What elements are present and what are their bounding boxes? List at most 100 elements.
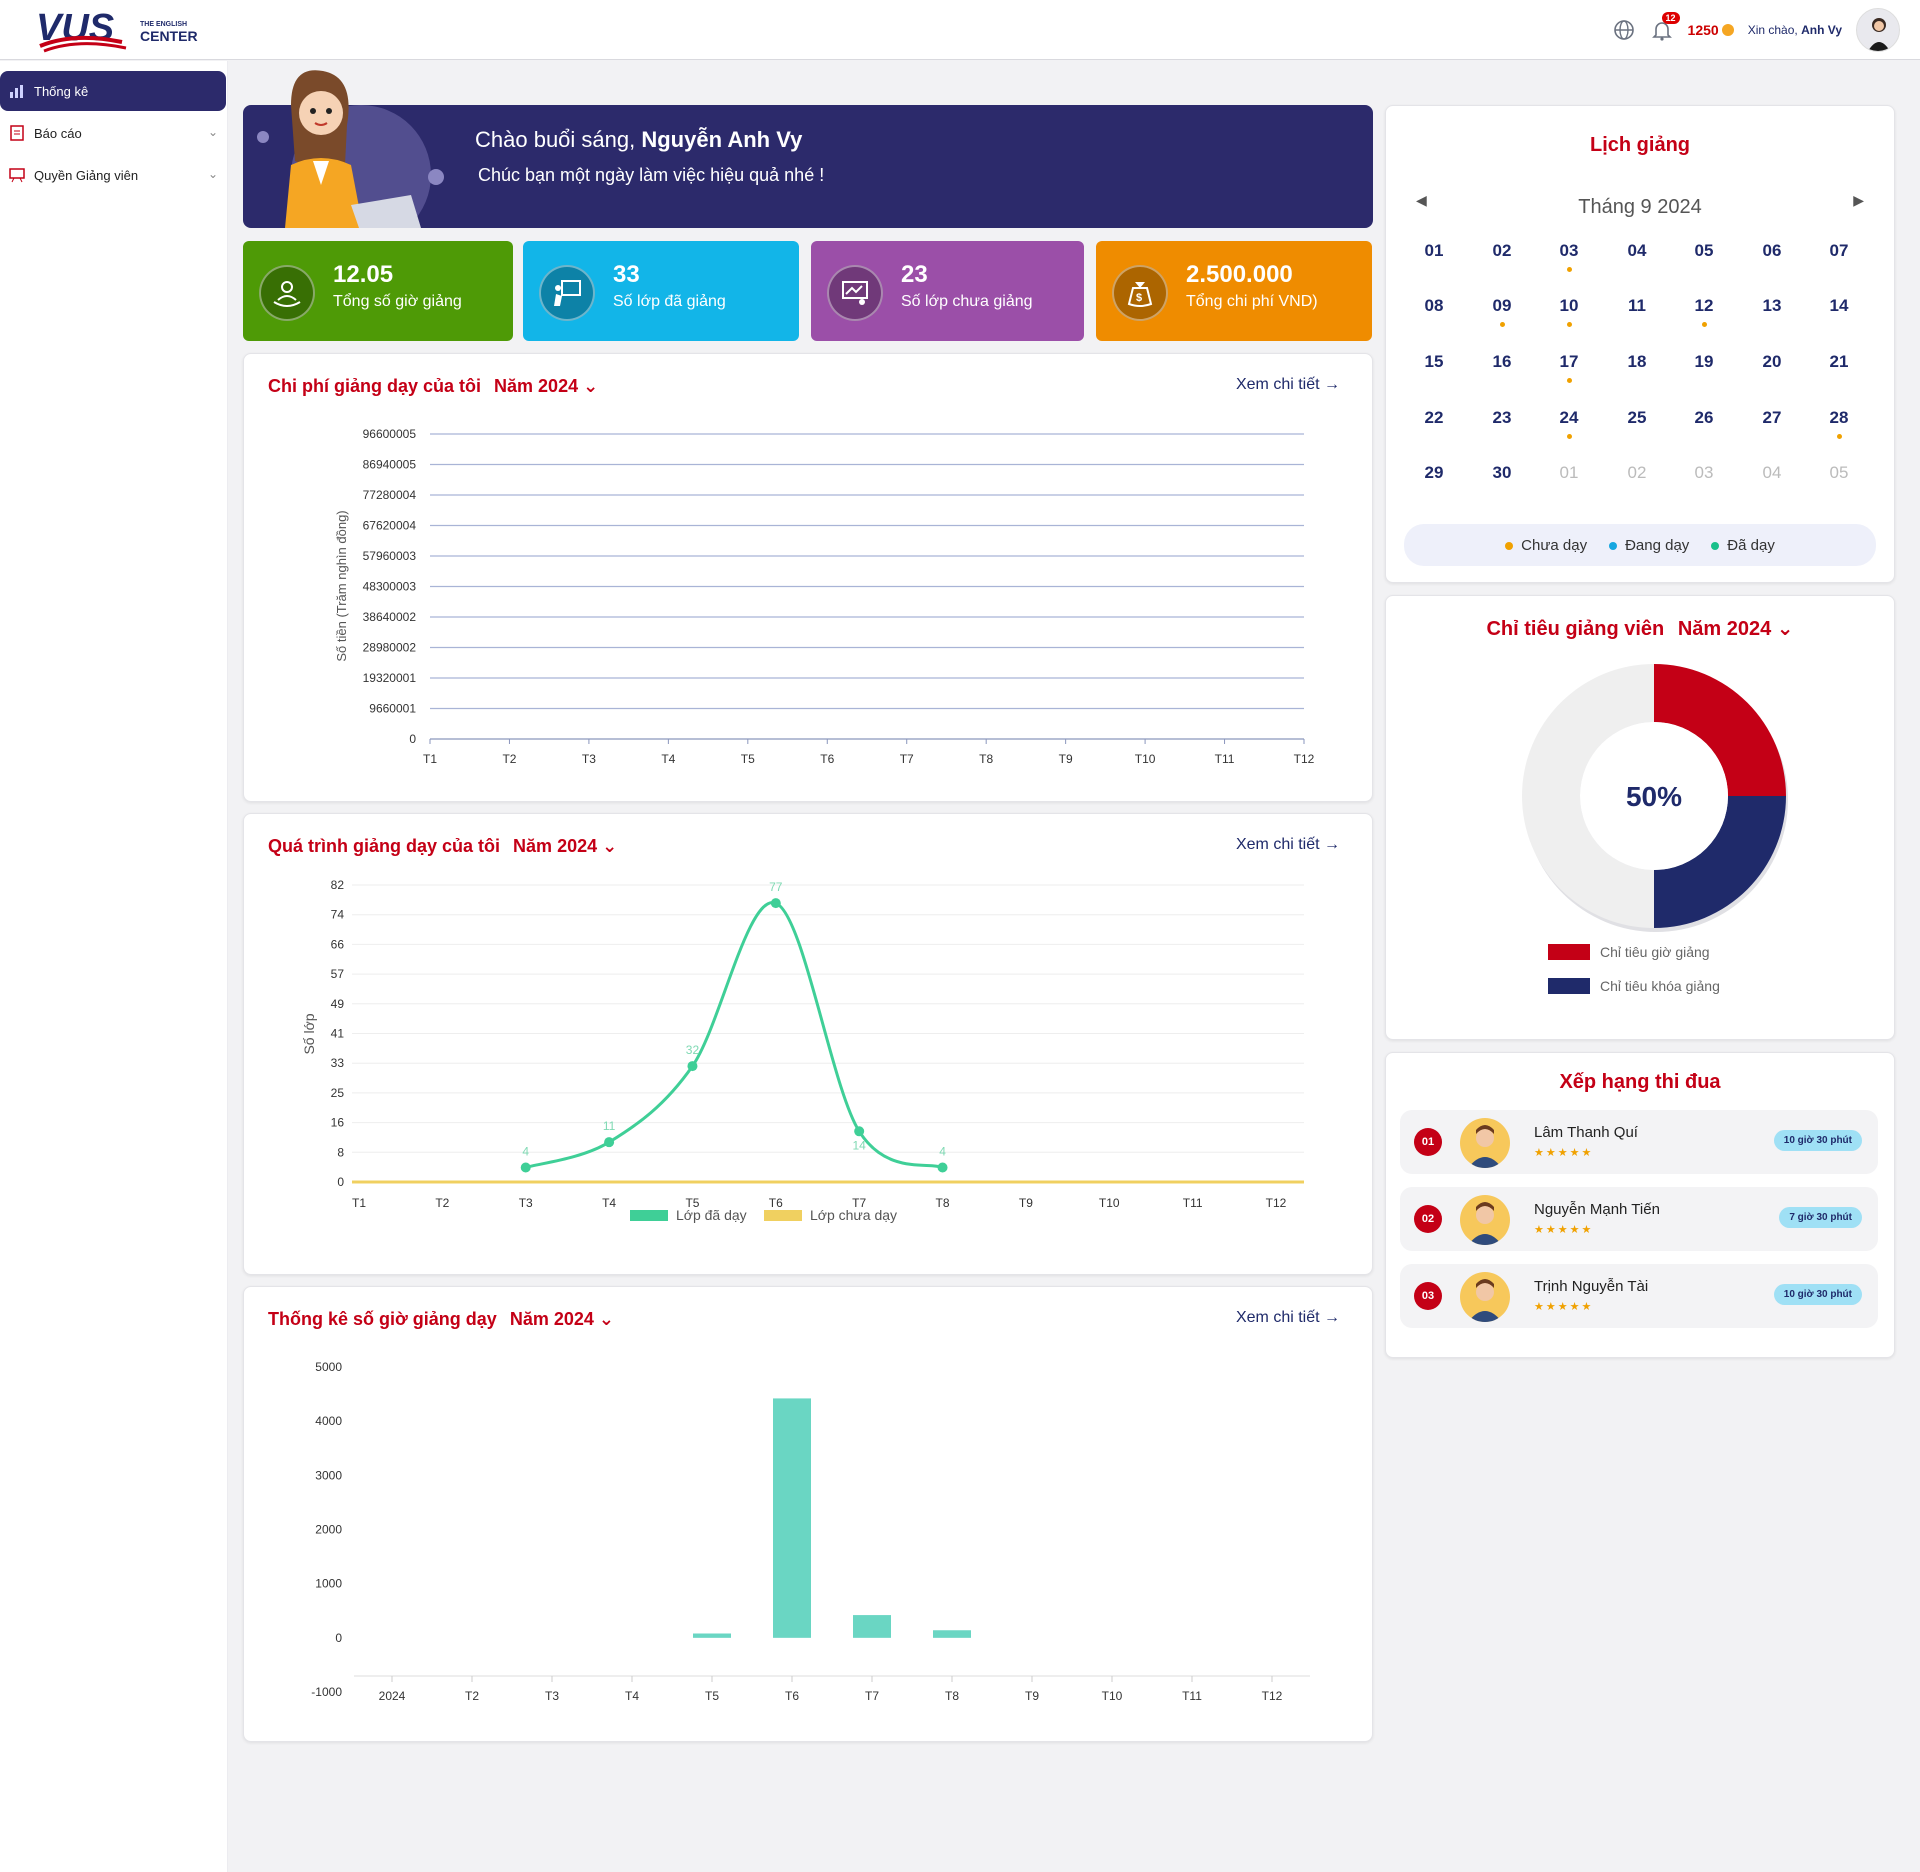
calendar-day[interactable]: 29 — [1414, 463, 1454, 483]
calendar-day[interactable]: 24 — [1549, 408, 1589, 428]
schedule-dot — [1837, 434, 1842, 439]
legend-swatch — [764, 1210, 802, 1221]
calendar-day[interactable]: 10 — [1549, 296, 1589, 316]
calendar-day[interactable]: 15 — [1414, 352, 1454, 372]
calendar-day[interactable]: 12 — [1684, 296, 1724, 316]
calendar-day[interactable]: 11 — [1617, 296, 1657, 316]
ranking-row[interactable]: 02 Nguyễn Mạnh Tiến ★★★★★ 7 giờ 30 phút — [1400, 1187, 1878, 1251]
y-tick-label: 38640002 — [363, 610, 417, 624]
y-tick-label: 86940005 — [363, 458, 417, 472]
calendar-day[interactable]: 09 — [1482, 296, 1522, 316]
y-tick-label: 82 — [331, 878, 345, 892]
chevron-down-icon[interactable]: ⌄ — [208, 125, 218, 139]
teacher-name: Nguyễn Mạnh Tiến — [1534, 1201, 1660, 1218]
ranking-row[interactable]: 03 Trịnh Nguyễn Tài ★★★★★ 10 giờ 30 phút — [1400, 1264, 1878, 1328]
calendar-day[interactable]: 27 — [1752, 408, 1792, 428]
calendar-day[interactable]: 04 — [1752, 463, 1792, 483]
data-point — [687, 1061, 698, 1072]
x-tick-label: T12 — [1266, 1196, 1287, 1210]
stat-value: 2.500.000 — [1186, 261, 1293, 288]
y-tick-label: 49 — [331, 997, 345, 1011]
calendar-day[interactable]: 04 — [1617, 241, 1657, 261]
calendar-day[interactable]: 21 — [1819, 352, 1859, 372]
data-label: 77 — [769, 880, 783, 894]
calendar-day[interactable]: 01 — [1549, 463, 1589, 483]
sidebar-item-bao-cao[interactable]: Báo cáo ⌄ — [0, 113, 226, 153]
bell-icon[interactable]: 12 — [1650, 12, 1680, 42]
calendar-day[interactable]: 26 — [1684, 408, 1724, 428]
ranking-row[interactable]: 01 Lâm Thanh Quí ★★★★★ 10 giờ 30 phút — [1400, 1110, 1878, 1174]
calendar-day[interactable]: 17 — [1549, 352, 1589, 372]
calendar-day[interactable]: 02 — [1617, 463, 1657, 483]
calendar-day[interactable]: 01 — [1414, 241, 1454, 261]
x-tick-label: T1 — [423, 752, 437, 766]
stat-card-classes-taught[interactable]: 33 Số lớp đã giảng — [523, 241, 799, 341]
data-label: 14 — [853, 1138, 867, 1152]
calendar-day[interactable]: 22 — [1414, 408, 1454, 428]
y-tick-label: 9660001 — [369, 702, 416, 716]
x-tick-label: T1 — [352, 1196, 366, 1210]
next-month-icon[interactable]: ▶ — [1853, 192, 1864, 209]
sidebar-item-quyen-giang-vien[interactable]: Quyền Giảng viên ⌄ — [0, 155, 226, 195]
user-avatar[interactable] — [1856, 8, 1900, 52]
coin-value: 1250 — [1687, 22, 1719, 38]
legend-label: Lớp đã dạy — [676, 1207, 747, 1223]
greeting-name: Anh Vy — [1801, 23, 1842, 37]
cost-chart-card: Chi phí giảng dạy của tôi Năm 2024 ⌄ Xem… — [243, 353, 1373, 802]
calendar-day[interactable]: 30 — [1482, 463, 1522, 483]
calendar-day[interactable]: 19 — [1684, 352, 1724, 372]
calendar-day[interactable]: 02 — [1482, 241, 1522, 261]
sidebar: Thống kê Báo cáo ⌄ Quyền Giảng viên ⌄ — [0, 61, 228, 1872]
y-tick-label: 74 — [331, 908, 345, 922]
data-point — [770, 898, 781, 909]
y-tick-label: 28980002 — [363, 641, 417, 655]
rating-stars: ★★★★★ — [1534, 1147, 1594, 1159]
legend-item: Đang dạy — [1609, 537, 1689, 554]
legend-label: Chưa dạy — [1521, 536, 1588, 554]
calendar-day[interactable]: 13 — [1752, 296, 1792, 316]
y-tick-label: 19320001 — [363, 671, 417, 685]
calendar-day[interactable]: 03 — [1549, 241, 1589, 261]
stat-card-classes-not-taught[interactable]: 23 Số lớp chưa giảng — [811, 241, 1084, 341]
teacher-illustration — [257, 70, 444, 228]
y-tick-label: 0 — [409, 732, 416, 746]
x-tick-label: T7 — [900, 752, 914, 766]
rank-number: 03 — [1414, 1282, 1442, 1310]
x-tick-label: T9 — [1059, 752, 1073, 766]
data-label: 4 — [939, 1145, 946, 1159]
money-bag-icon: $ — [1112, 265, 1168, 321]
stat-card-teaching-hours[interactable]: 12.05 Tổng số giờ giảng — [243, 241, 513, 341]
calendar-month: Tháng 9 2024 — [1578, 196, 1702, 218]
legend-label: Đã dạy — [1727, 536, 1775, 554]
calendar-day[interactable]: 07 — [1819, 241, 1859, 261]
calendar-day[interactable]: 05 — [1819, 463, 1859, 483]
calendar-day[interactable]: 06 — [1752, 241, 1792, 261]
calendar-day[interactable]: 25 — [1617, 408, 1657, 428]
notification-badge: 12 — [1661, 12, 1680, 24]
calendar-day[interactable]: 16 — [1482, 352, 1522, 372]
calendar-day[interactable]: 14 — [1819, 296, 1859, 316]
bar-chart-icon — [8, 82, 26, 100]
stat-label: Số lớp chưa giảng — [901, 293, 1033, 310]
calendar-day[interactable]: 18 — [1617, 352, 1657, 372]
vus-logo[interactable]: VUS THE ENGLISH CENTER — [34, 6, 224, 54]
calendar-day[interactable]: 08 — [1414, 296, 1454, 316]
x-tick-label: T8 — [936, 1196, 950, 1210]
calendar-day[interactable]: 20 — [1752, 352, 1792, 372]
stat-card-total-cost[interactable]: $ 2.500.000 Tổng chi phí VND) — [1096, 241, 1372, 341]
calendar-day[interactable]: 28 — [1819, 408, 1859, 428]
globe-icon[interactable] — [1612, 18, 1636, 42]
donut-percent: 50% — [1626, 781, 1682, 812]
x-tick-label: T10 — [1135, 752, 1156, 766]
teacher-avatar — [1460, 1118, 1510, 1168]
x-tick-label: T10 — [1102, 1689, 1123, 1703]
schedule-dot — [1567, 434, 1572, 439]
data-point — [937, 1162, 948, 1173]
calendar-day[interactable]: 05 — [1684, 241, 1724, 261]
sidebar-item-thong-ke[interactable]: Thống kê — [0, 71, 226, 111]
x-tick-label: T11 — [1183, 1196, 1203, 1210]
chevron-down-icon[interactable]: ⌄ — [208, 167, 218, 181]
calendar-day[interactable]: 23 — [1482, 408, 1522, 428]
calendar-day[interactable]: 03 — [1684, 463, 1724, 483]
header-actions: 12 1250 Xin chào, Anh Vy — [1612, 8, 1900, 52]
